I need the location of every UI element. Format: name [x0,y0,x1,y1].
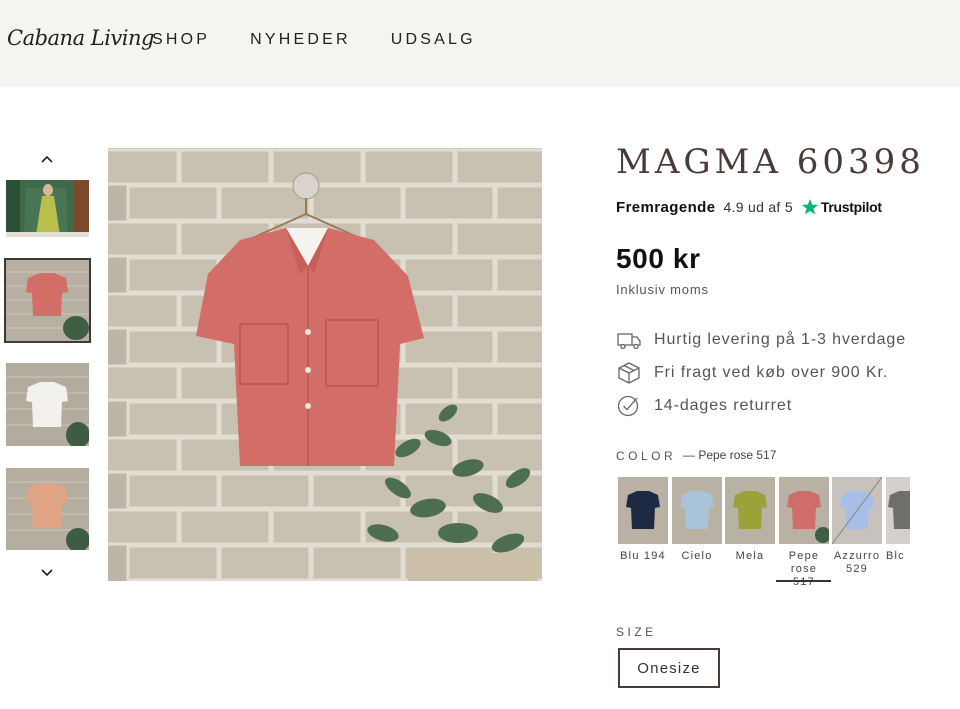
feature-free-shipping: Fri fragt ved køb over 900 Kr. [616,361,888,385]
swatch-blc[interactable]: Blc [886,477,910,563]
thumbnail-white-shirt[interactable] [6,363,89,446]
swatch-label: Blu 194 [620,550,666,562]
swatch-label: Azzurro 529 [833,550,881,575]
feature-delivery-text: Hurtig levering på 1-3 hverdage [654,331,907,348]
trustpilot-logo: Trustpilot [820,199,882,215]
thumbnail-pink-shirt[interactable] [4,258,91,343]
swatch-label: Cielo [681,550,713,562]
rating-score: 4.9 ud af 5 [723,199,793,215]
size-option-onesize[interactable]: Onesize [618,648,720,688]
swatch-blu-194[interactable]: Blu 194 [618,477,668,563]
swatch-azzurro-529[interactable]: Azzurro 529 [832,477,882,576]
swatch-mela[interactable]: Mela [725,477,775,563]
trustpilot-star-icon [801,199,819,215]
site-logo[interactable]: Cabana Living [7,26,154,50]
color-swatch-list: Blu 194 Cielo Mela Pepe rose 517 Azzurro… [618,477,910,587]
swatch-pepe-rose-517[interactable]: Pepe rose 517 [779,477,829,587]
thumbnail-green-dress[interactable] [6,180,89,237]
nav-nyheder[interactable]: NYHEDER [250,31,351,49]
swatch-cielo[interactable]: Cielo [672,477,722,563]
size-label: SIZE [616,625,657,639]
feature-delivery: Hurtig levering på 1-3 hverdage [616,328,906,352]
feature-free-shipping-text: Fri fragt ved køb over 900 Kr. [654,364,889,381]
thumbnail-peach-shirt[interactable] [6,468,89,550]
chevron-up-icon[interactable] [38,152,56,166]
nav-udsalg[interactable]: UDSALG [391,31,476,49]
tax-note: Inklusiv moms [616,282,709,297]
rating-word: Fremragende [616,198,716,216]
chevron-down-icon[interactable] [38,566,56,580]
site-header: Cabana Living SHOP NYHEDER UDSALG [0,0,960,87]
swatch-label: Mela [735,550,765,562]
selected-swatch-underline [776,580,831,582]
check-circle-icon [617,395,639,417]
nav-shop[interactable]: SHOP [152,31,210,49]
main-nav: SHOP NYHEDER UDSALG [152,31,516,49]
truck-icon [617,333,641,350]
color-label: COLOR [616,449,677,463]
product-price: 500 kr [616,243,701,274]
swatch-label: Blc [886,550,905,562]
product-title: MAGMA 60398 [616,142,925,182]
feature-returns-text: 14-dages returret [654,397,793,414]
trustpilot-rating[interactable]: Fremragende 4.9 ud af 5 Trustpilot [616,198,882,216]
main-product-image[interactable] [108,148,542,581]
box-icon [618,362,640,384]
feature-returns: 14-dages returret [616,394,792,418]
selected-color-name: — Pepe rose 517 [683,448,777,462]
